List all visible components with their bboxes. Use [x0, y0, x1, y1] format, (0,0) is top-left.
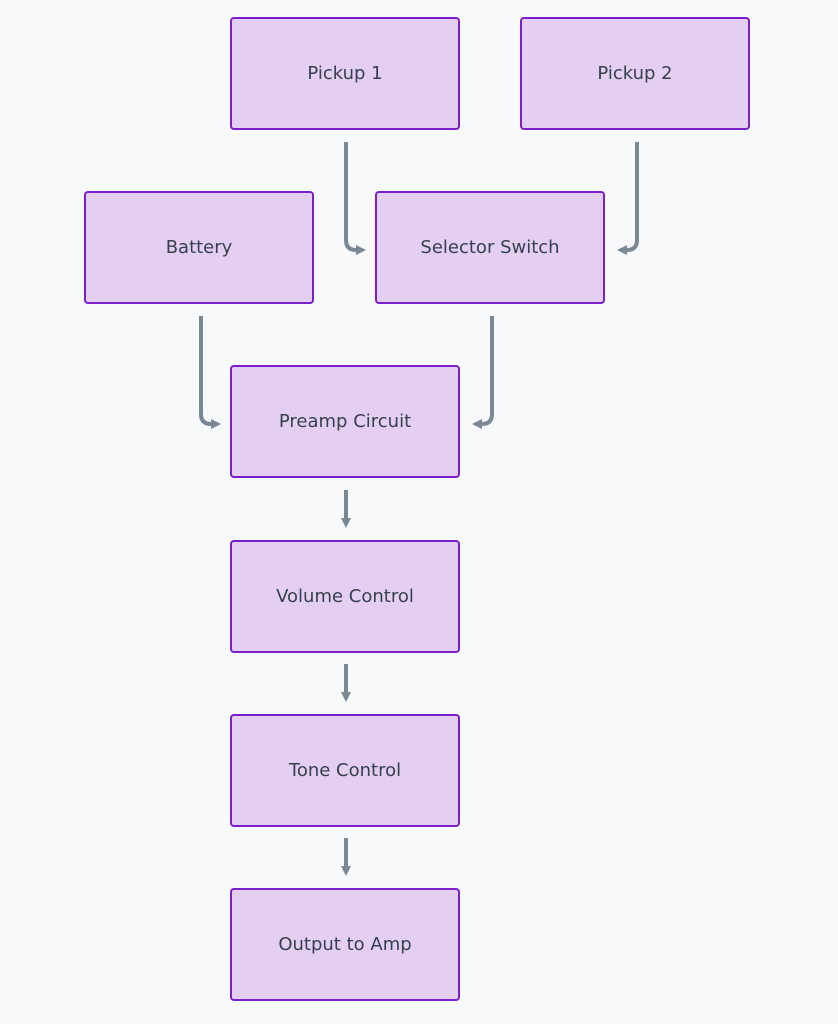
- edge-selector-preamp: [472, 316, 494, 429]
- node-label: Tone Control: [288, 760, 402, 781]
- node-tone-control[interactable]: Tone Control: [230, 714, 460, 827]
- node-label: Preamp Circuit: [278, 411, 412, 432]
- edge-pickup1-selector: [344, 142, 366, 255]
- node-battery[interactable]: Battery: [84, 191, 314, 304]
- edges-layer: [199, 142, 639, 876]
- node-pickup-1[interactable]: Pickup 1: [230, 17, 460, 130]
- node-preamp-circuit[interactable]: Preamp Circuit: [230, 365, 460, 478]
- edge-battery-preamp: [199, 316, 221, 429]
- node-label: Pickup 1: [307, 63, 383, 84]
- node-selector-switch[interactable]: Selector Switch: [375, 191, 605, 304]
- node-output-to-amp[interactable]: Output to Amp: [230, 888, 460, 1001]
- node-volume-control[interactable]: Volume Control: [230, 540, 460, 653]
- node-label: Output to Amp: [278, 934, 412, 955]
- node-pickup-2[interactable]: Pickup 2: [520, 17, 750, 130]
- node-label: Volume Control: [276, 586, 414, 607]
- node-label: Battery: [165, 237, 233, 258]
- edge-pickup2-selector: [617, 142, 639, 255]
- node-label: Pickup 2: [597, 63, 673, 84]
- node-label: Selector Switch: [420, 237, 560, 258]
